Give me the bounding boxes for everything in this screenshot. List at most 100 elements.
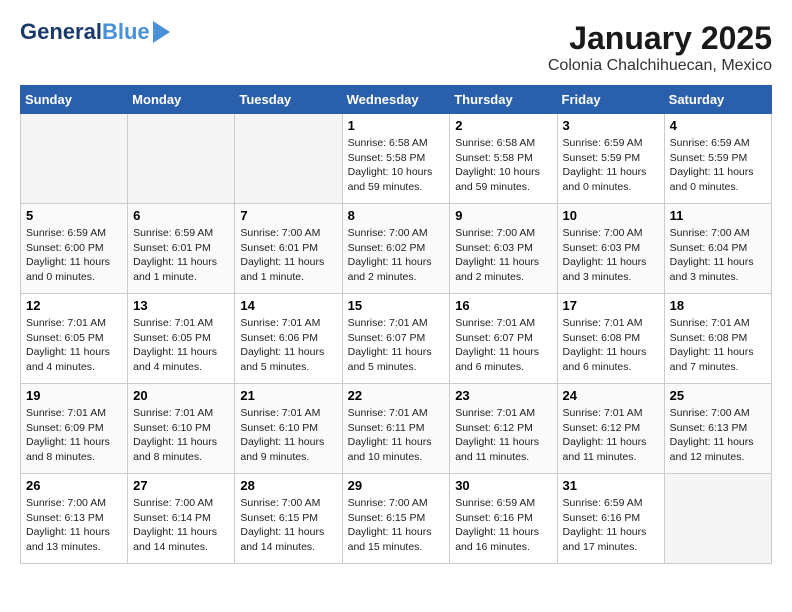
- day-content: Sunrise: 6:58 AM Sunset: 5:58 PM Dayligh…: [348, 136, 445, 195]
- day-number: 25: [670, 388, 766, 403]
- day-number: 20: [133, 388, 229, 403]
- title-block: January 2025 Colonia Chalchihuecan, Mexi…: [548, 20, 772, 75]
- day-number: 11: [670, 208, 766, 223]
- day-number: 23: [455, 388, 551, 403]
- day-number: 13: [133, 298, 229, 313]
- day-number: 3: [563, 118, 659, 133]
- day-number: 28: [240, 478, 336, 493]
- calendar-cell: 20 Sunrise: 7:01 AM Sunset: 6:10 PM Dayli…: [128, 384, 235, 474]
- day-content: Sunrise: 7:00 AM Sunset: 6:15 PM Dayligh…: [348, 496, 445, 555]
- calendar-cell: [664, 474, 771, 564]
- logo-arrow-icon: [153, 21, 170, 43]
- calendar-cell: 8Sunrise: 7:00 AM Sunset: 6:02 PM Daylig…: [342, 204, 450, 294]
- calendar-cell: 19 Sunrise: 7:01 AM Sunset: 6:09 PM Dayli…: [21, 384, 128, 474]
- calendar-cell: 28 Sunrise: 7:00 AM Sunset: 6:15 PM Dayli…: [235, 474, 342, 564]
- day-content: Sunrise: 7:00 AM Sunset: 6:03 PM Dayligh…: [455, 226, 551, 285]
- calendar-cell: 25Sunrise: 7:00 AM Sunset: 6:13 PM Dayli…: [664, 384, 771, 474]
- day-number: 1: [348, 118, 445, 133]
- day-number: 31: [563, 478, 659, 493]
- calendar-cell: 18Sunrise: 7:01 AM Sunset: 6:08 PM Dayli…: [664, 294, 771, 384]
- calendar-cell: 27 Sunrise: 7:00 AM Sunset: 6:14 PM Dayli…: [128, 474, 235, 564]
- calendar-cell: 26 Sunrise: 7:00 AM Sunset: 6:13 PM Dayli…: [21, 474, 128, 564]
- calendar-cell: 9Sunrise: 7:00 AM Sunset: 6:03 PM Daylig…: [450, 204, 557, 294]
- weekday-header: Friday: [557, 86, 664, 114]
- day-number: 19: [26, 388, 122, 403]
- day-number: 6: [133, 208, 229, 223]
- calendar-week-row: 26 Sunrise: 7:00 AM Sunset: 6:13 PM Dayli…: [21, 474, 772, 564]
- calendar-cell: 21Sunrise: 7:01 AM Sunset: 6:10 PM Dayli…: [235, 384, 342, 474]
- calendar-cell: 12Sunrise: 7:01 AM Sunset: 6:05 PM Dayli…: [21, 294, 128, 384]
- day-content: Sunrise: 7:01 AM Sunset: 6:12 PM Dayligh…: [563, 406, 659, 465]
- calendar-cell: [21, 114, 128, 204]
- weekday-header: Thursday: [450, 86, 557, 114]
- weekday-header: Tuesday: [235, 86, 342, 114]
- calendar-cell: 3 Sunrise: 6:59 AM Sunset: 5:59 PM Daylig…: [557, 114, 664, 204]
- page-header: GeneralBlue January 2025 Colonia Chalchi…: [20, 20, 772, 75]
- calendar-cell: 6 Sunrise: 6:59 AM Sunset: 6:01 PM Daylig…: [128, 204, 235, 294]
- calendar-cell: [235, 114, 342, 204]
- day-number: 7: [240, 208, 336, 223]
- calendar-cell: 7 Sunrise: 7:00 AM Sunset: 6:01 PM Daylig…: [235, 204, 342, 294]
- calendar-cell: 22 Sunrise: 7:01 AM Sunset: 6:11 PM Dayli…: [342, 384, 450, 474]
- calendar-cell: 10 Sunrise: 7:00 AM Sunset: 6:03 PM Dayli…: [557, 204, 664, 294]
- calendar-cell: 24 Sunrise: 7:01 AM Sunset: 6:12 PM Dayli…: [557, 384, 664, 474]
- calendar-cell: 1 Sunrise: 6:58 AM Sunset: 5:58 PM Daylig…: [342, 114, 450, 204]
- day-content: Sunrise: 7:00 AM Sunset: 6:15 PM Dayligh…: [240, 496, 336, 555]
- weekday-header: Monday: [128, 86, 235, 114]
- day-number: 24: [563, 388, 659, 403]
- calendar-cell: 31 Sunrise: 6:59 AM Sunset: 6:16 PM Dayli…: [557, 474, 664, 564]
- day-content: Sunrise: 7:00 AM Sunset: 6:04 PM Dayligh…: [670, 226, 766, 285]
- calendar-cell: 13 Sunrise: 7:01 AM Sunset: 6:05 PM Dayli…: [128, 294, 235, 384]
- day-content: Sunrise: 7:01 AM Sunset: 6:07 PM Dayligh…: [348, 316, 445, 375]
- day-content: Sunrise: 7:00 AM Sunset: 6:13 PM Dayligh…: [26, 496, 122, 555]
- calendar-cell: 2 Sunrise: 6:58 AM Sunset: 5:58 PM Daylig…: [450, 114, 557, 204]
- calendar-cell: 23 Sunrise: 7:01 AM Sunset: 6:12 PM Dayli…: [450, 384, 557, 474]
- calendar-cell: 30Sunrise: 6:59 AM Sunset: 6:16 PM Dayli…: [450, 474, 557, 564]
- calendar-cell: 17 Sunrise: 7:01 AM Sunset: 6:08 PM Dayli…: [557, 294, 664, 384]
- logo: GeneralBlue: [20, 20, 170, 44]
- calendar-week-row: 12Sunrise: 7:01 AM Sunset: 6:05 PM Dayli…: [21, 294, 772, 384]
- day-number: 22: [348, 388, 445, 403]
- weekday-header: Saturday: [664, 86, 771, 114]
- calendar-week-row: 19 Sunrise: 7:01 AM Sunset: 6:09 PM Dayli…: [21, 384, 772, 474]
- calendar-cell: 15 Sunrise: 7:01 AM Sunset: 6:07 PM Dayli…: [342, 294, 450, 384]
- weekday-header-row: SundayMondayTuesdayWednesdayThursdayFrid…: [21, 86, 772, 114]
- day-content: Sunrise: 7:01 AM Sunset: 6:06 PM Dayligh…: [240, 316, 336, 375]
- day-content: Sunrise: 6:58 AM Sunset: 5:58 PM Dayligh…: [455, 136, 551, 195]
- calendar-cell: [128, 114, 235, 204]
- calendar-cell: 11 Sunrise: 7:00 AM Sunset: 6:04 PM Dayli…: [664, 204, 771, 294]
- day-number: 26: [26, 478, 122, 493]
- day-content: Sunrise: 7:00 AM Sunset: 6:03 PM Dayligh…: [563, 226, 659, 285]
- calendar-week-row: 5 Sunrise: 6:59 AM Sunset: 6:00 PM Daylig…: [21, 204, 772, 294]
- day-number: 16: [455, 298, 551, 313]
- day-number: 29: [348, 478, 445, 493]
- day-content: Sunrise: 7:01 AM Sunset: 6:08 PM Dayligh…: [563, 316, 659, 375]
- weekday-header: Sunday: [21, 86, 128, 114]
- day-number: 10: [563, 208, 659, 223]
- day-number: 18: [670, 298, 766, 313]
- day-number: 17: [563, 298, 659, 313]
- day-content: Sunrise: 6:59 AM Sunset: 6:16 PM Dayligh…: [455, 496, 551, 555]
- day-content: Sunrise: 6:59 AM Sunset: 6:16 PM Dayligh…: [563, 496, 659, 555]
- day-content: Sunrise: 7:01 AM Sunset: 6:10 PM Dayligh…: [133, 406, 229, 465]
- day-number: 5: [26, 208, 122, 223]
- location-subtitle: Colonia Chalchihuecan, Mexico: [548, 57, 772, 75]
- day-content: Sunrise: 7:01 AM Sunset: 6:12 PM Dayligh…: [455, 406, 551, 465]
- day-number: 2: [455, 118, 551, 133]
- day-content: Sunrise: 7:00 AM Sunset: 6:14 PM Dayligh…: [133, 496, 229, 555]
- day-content: Sunrise: 6:59 AM Sunset: 6:00 PM Dayligh…: [26, 226, 122, 285]
- month-title: January 2025: [548, 20, 772, 57]
- weekday-header: Wednesday: [342, 86, 450, 114]
- calendar-week-row: 1 Sunrise: 6:58 AM Sunset: 5:58 PM Daylig…: [21, 114, 772, 204]
- day-number: 21: [240, 388, 336, 403]
- day-content: Sunrise: 6:59 AM Sunset: 5:59 PM Dayligh…: [563, 136, 659, 195]
- day-number: 8: [348, 208, 445, 223]
- day-content: Sunrise: 7:01 AM Sunset: 6:11 PM Dayligh…: [348, 406, 445, 465]
- day-number: 15: [348, 298, 445, 313]
- day-content: Sunrise: 7:01 AM Sunset: 6:05 PM Dayligh…: [133, 316, 229, 375]
- day-content: Sunrise: 7:01 AM Sunset: 6:09 PM Dayligh…: [26, 406, 122, 465]
- day-content: Sunrise: 6:59 AM Sunset: 6:01 PM Dayligh…: [133, 226, 229, 285]
- day-content: Sunrise: 7:00 AM Sunset: 6:01 PM Dayligh…: [240, 226, 336, 285]
- day-number: 27: [133, 478, 229, 493]
- calendar-cell: 16Sunrise: 7:01 AM Sunset: 6:07 PM Dayli…: [450, 294, 557, 384]
